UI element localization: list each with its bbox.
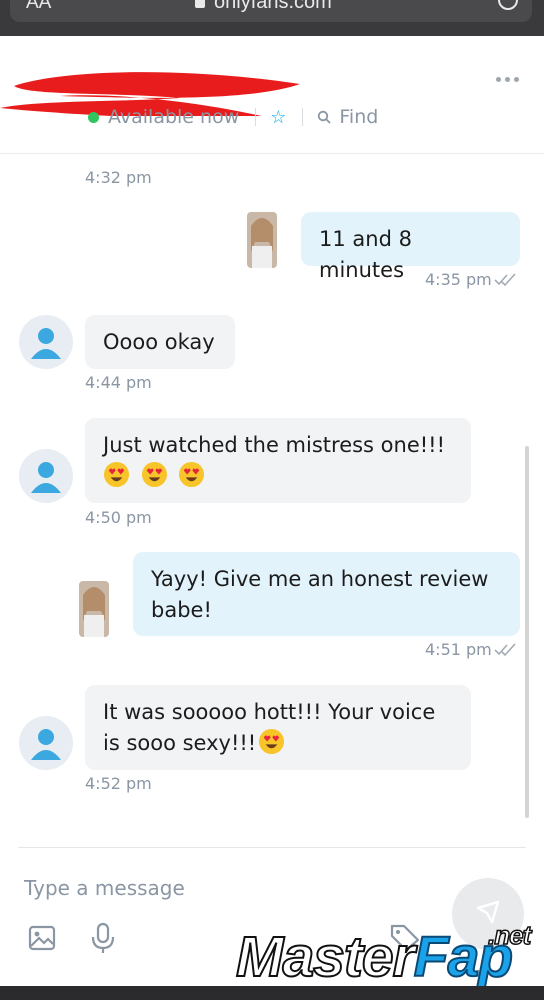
- search-icon[interactable]: [317, 110, 332, 124]
- more-horizontal-icon[interactable]: [496, 73, 526, 85]
- image-icon[interactable]: [28, 924, 56, 952]
- url-text[interactable]: onlyfans.com: [214, 0, 332, 14]
- microphone-icon[interactable]: [90, 922, 116, 954]
- message-text: 11 and 8 minutes: [319, 227, 412, 282]
- message-time: 4:32 pm: [85, 168, 152, 187]
- sender-avatar[interactable]: [79, 581, 109, 637]
- find-button[interactable]: Find: [339, 106, 378, 128]
- message-text: Yayy! Give me an honest review: [151, 567, 489, 591]
- message-time: 4:51 pm: [425, 640, 492, 659]
- chat-header: Available now ☆ Find: [0, 36, 544, 154]
- sender-avatar[interactable]: [247, 212, 277, 268]
- status-row: Available now ☆ Find: [88, 104, 378, 130]
- message-text: babe!: [151, 598, 212, 622]
- composer-divider: [18, 847, 526, 848]
- emoji-row: [103, 461, 453, 492]
- avatar[interactable]: [19, 449, 73, 503]
- heart-eyes-emoji-icon: [141, 461, 167, 488]
- watermark-suffix: .net: [487, 919, 532, 951]
- double-check-icon: [494, 643, 516, 657]
- heart-eyes-emoji-icon: [179, 461, 205, 488]
- star-icon[interactable]: ☆: [270, 107, 286, 128]
- browser-toolbar: AA onlyfans.com: [0, 0, 544, 36]
- message-time: 4:35 pm: [425, 270, 492, 289]
- double-check-icon: [494, 273, 516, 287]
- message-bubble-outgoing[interactable]: Yayy! Give me an honest review babe!: [133, 552, 520, 636]
- message-line: is sooo sexy!!!: [103, 728, 453, 759]
- message-time: 4:44 pm: [85, 373, 152, 392]
- heart-eyes-emoji-icon: [103, 461, 130, 488]
- online-status-icon: [88, 111, 99, 123]
- lock-icon: [195, 0, 205, 8]
- watermark-text: Master: [235, 924, 416, 990]
- message-text: Oooo okay: [103, 330, 215, 354]
- avatar[interactable]: [19, 716, 73, 770]
- message-text: Just watched the mistress one!!!: [103, 433, 445, 457]
- message-time: 4:52 pm: [85, 774, 152, 793]
- message-time: 4:50 pm: [85, 508, 152, 527]
- message-bubble-incoming[interactable]: Oooo okay: [85, 315, 235, 369]
- divider: [255, 108, 257, 126]
- reader-options-button[interactable]: AA: [26, 0, 51, 14]
- avatar[interactable]: [19, 315, 73, 369]
- message-text: It was sooooo hott!!! Your voice: [103, 700, 436, 724]
- message-bubble-incoming[interactable]: It was sooooo hott!!! Your voice is sooo…: [85, 685, 471, 770]
- bottom-bar: [0, 986, 544, 1000]
- scrollbar[interactable]: [525, 446, 529, 818]
- availability-status: Available now: [108, 106, 240, 128]
- watermark: MasterFap .net: [235, 919, 544, 990]
- divider: [302, 108, 304, 126]
- heart-eyes-emoji-icon: [259, 728, 285, 755]
- message-bubble-incoming[interactable]: Just watched the mistress one!!!: [85, 418, 471, 503]
- message-input[interactable]: [24, 872, 434, 904]
- message-bubble-outgoing[interactable]: 11 and 8 minutes: [301, 212, 520, 282]
- message-text: is sooo sexy!!!: [103, 731, 257, 755]
